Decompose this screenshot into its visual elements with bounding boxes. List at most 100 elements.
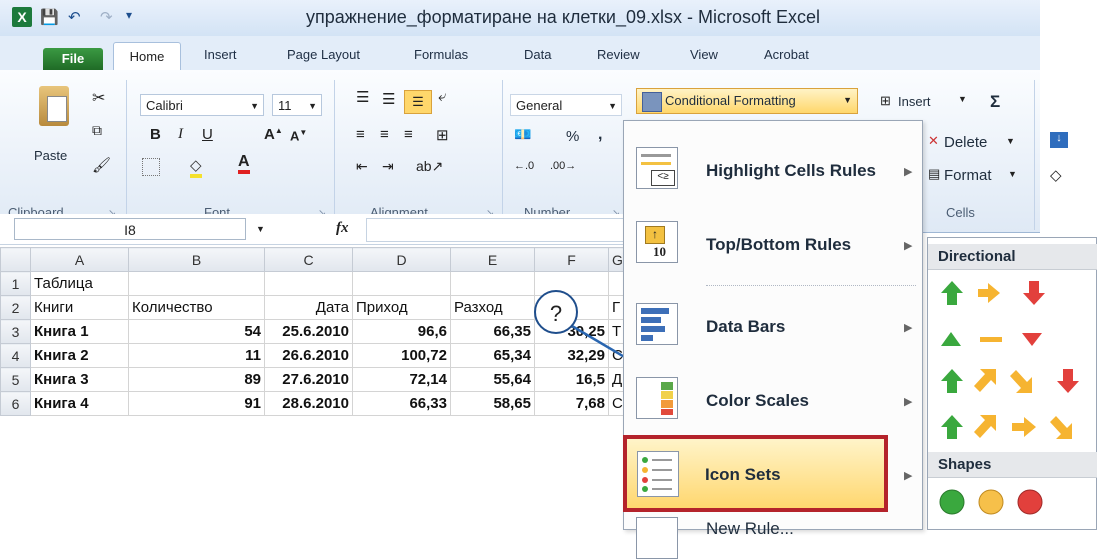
font-size-combo[interactable]: 11 ▼	[272, 94, 322, 116]
cell[interactable]	[450, 271, 535, 296]
cell[interactable]: Книга 3	[30, 367, 129, 392]
undo-icon[interactable]: ↶	[68, 8, 81, 26]
comma-style-icon[interactable]: ,	[598, 126, 602, 144]
paste-button-label[interactable]: Paste	[34, 148, 67, 163]
chevron-down-icon[interactable]: ▼	[1006, 136, 1015, 146]
align-left-icon[interactable]: ≡	[356, 126, 365, 143]
menu-item-new-rule[interactable]: New Rule...	[624, 513, 922, 559]
cell[interactable]: Таблица	[30, 271, 129, 296]
icon-set-3-traffic-lights[interactable]	[938, 488, 1088, 518]
wrap-text-icon[interactable]: ⤶	[438, 88, 446, 105]
clear-icon[interactable]: ◇	[1050, 166, 1062, 184]
icon-set-3-triangles[interactable]	[938, 324, 1088, 354]
menu-item-top-bottom-rules[interactable]: ↑ 10 Top/Bottom Rules ▶	[624, 205, 922, 285]
row-header[interactable]: 6	[0, 391, 31, 416]
cell[interactable]: 91	[128, 391, 265, 416]
tab-insert[interactable]: Insert	[204, 47, 237, 62]
menu-item-data-bars[interactable]: Data Bars ▶	[624, 287, 922, 367]
align-bottom-icon[interactable]: ☰	[404, 90, 432, 114]
shrink-font-icon[interactable]: A▼	[290, 128, 307, 143]
cell[interactable]: 7,68	[534, 391, 609, 416]
cell[interactable]: 11	[128, 343, 265, 368]
align-center-icon[interactable]: ≡	[380, 126, 389, 143]
cut-icon[interactable]: ✂	[92, 88, 105, 108]
cell[interactable]: 28.6.2010	[264, 391, 353, 416]
menu-item-color-scales[interactable]: Color Scales ▶	[624, 361, 922, 441]
copy-icon[interactable]: ⧉	[92, 122, 102, 139]
tab-formulas[interactable]: Formulas	[414, 47, 468, 62]
menu-item-highlight-cells-rules[interactable]: <≥ Highlight Cells Rules ▶	[624, 131, 922, 211]
column-header-b[interactable]: B	[128, 247, 265, 272]
autosum-icon[interactable]: Σ	[990, 92, 1000, 112]
menu-item-icon-sets[interactable]: Icon Sets ▶	[623, 435, 912, 512]
row-header[interactable]: 2	[0, 295, 31, 320]
paste-icon[interactable]	[39, 86, 69, 126]
align-middle-icon[interactable]: ☰	[382, 90, 395, 108]
align-top-icon[interactable]: ☰	[356, 88, 369, 106]
increase-decimal-icon[interactable]: ←.0	[514, 160, 534, 172]
row-header[interactable]: 1	[0, 271, 31, 296]
cell[interactable]: Разход	[450, 295, 535, 320]
row-header[interactable]: 5	[0, 367, 31, 392]
cell[interactable]: 54	[128, 319, 265, 344]
insert-function-icon[interactable]: fx	[336, 220, 349, 237]
currency-icon[interactable]: 💶	[514, 126, 531, 143]
column-header-d[interactable]: D	[352, 247, 451, 272]
chevron-down-icon[interactable]: ▼	[1008, 169, 1017, 179]
icon-set-5-arrows[interactable]	[938, 412, 1097, 442]
name-box[interactable]: I8	[14, 218, 246, 240]
cell[interactable]: Книги	[30, 295, 129, 320]
formula-input[interactable]	[366, 218, 630, 242]
italic-icon[interactable]: I	[178, 126, 183, 143]
cell[interactable]: 27.6.2010	[264, 367, 353, 392]
cell[interactable]: 55,64	[450, 367, 535, 392]
decrease-indent-icon[interactable]: ⇤	[356, 158, 368, 175]
chevron-down-icon[interactable]: ▼	[608, 95, 617, 117]
bold-icon[interactable]: B	[150, 126, 161, 143]
cell[interactable]: Книга 1	[30, 319, 129, 344]
font-color-icon[interactable]: A	[238, 154, 250, 174]
merge-center-icon[interactable]: ⊞	[436, 126, 449, 144]
icon-set-4-arrows[interactable]	[938, 366, 1097, 396]
decrease-decimal-icon[interactable]: .00→	[550, 160, 576, 172]
row-header[interactable]: 4	[0, 343, 31, 368]
cell[interactable]	[128, 271, 265, 296]
cell[interactable]	[352, 271, 451, 296]
borders-icon[interactable]	[142, 158, 160, 176]
column-header-f[interactable]: F	[534, 247, 609, 272]
column-header-c[interactable]: C	[264, 247, 353, 272]
conditional-formatting-button[interactable]: Conditional Formatting ▼	[636, 88, 858, 114]
format-cells-icon[interactable]: ▤	[928, 166, 940, 182]
redo-icon[interactable]: ↷	[100, 8, 113, 26]
chevron-down-icon[interactable]: ▼	[256, 224, 265, 234]
cell[interactable]: 100,72	[352, 343, 451, 368]
insert-cells-icon[interactable]: ⊞	[880, 93, 891, 109]
cell[interactable]: 25.6.2010	[264, 319, 353, 344]
chevron-down-icon[interactable]: ▼	[250, 95, 259, 117]
cell[interactable]: 65,34	[450, 343, 535, 368]
format-cells-button[interactable]: Format	[944, 167, 992, 184]
cell[interactable]: 32,29	[534, 343, 609, 368]
increase-indent-icon[interactable]: ⇥	[382, 158, 394, 175]
cell[interactable]: Книга 2	[30, 343, 129, 368]
cell[interactable]: 66,33	[352, 391, 451, 416]
excel-app-icon[interactable]: X	[12, 7, 32, 27]
fill-down-icon[interactable]: ↓	[1050, 132, 1068, 148]
cell[interactable]: Дата	[264, 295, 353, 320]
number-format-combo[interactable]: General ▼	[510, 94, 622, 116]
tab-review[interactable]: Review	[597, 47, 640, 62]
column-header-a[interactable]: A	[30, 247, 129, 272]
cell[interactable]: Книга 4	[30, 391, 129, 416]
align-right-icon[interactable]: ≡	[404, 126, 413, 143]
tab-view[interactable]: View	[690, 47, 718, 62]
tab-home[interactable]: Home	[113, 42, 181, 71]
select-all-corner[interactable]	[0, 247, 31, 272]
tab-data[interactable]: Data	[524, 47, 551, 62]
cell[interactable]: 96,6	[352, 319, 451, 344]
orientation-icon[interactable]: ab↗	[416, 158, 443, 175]
tab-file[interactable]: File	[43, 48, 103, 70]
chevron-down-icon[interactable]: ▼	[308, 95, 317, 117]
cell[interactable]: 66,35	[450, 319, 535, 344]
insert-cells-button[interactable]: Insert	[898, 94, 931, 109]
tab-page-layout[interactable]: Page Layout	[287, 47, 360, 62]
